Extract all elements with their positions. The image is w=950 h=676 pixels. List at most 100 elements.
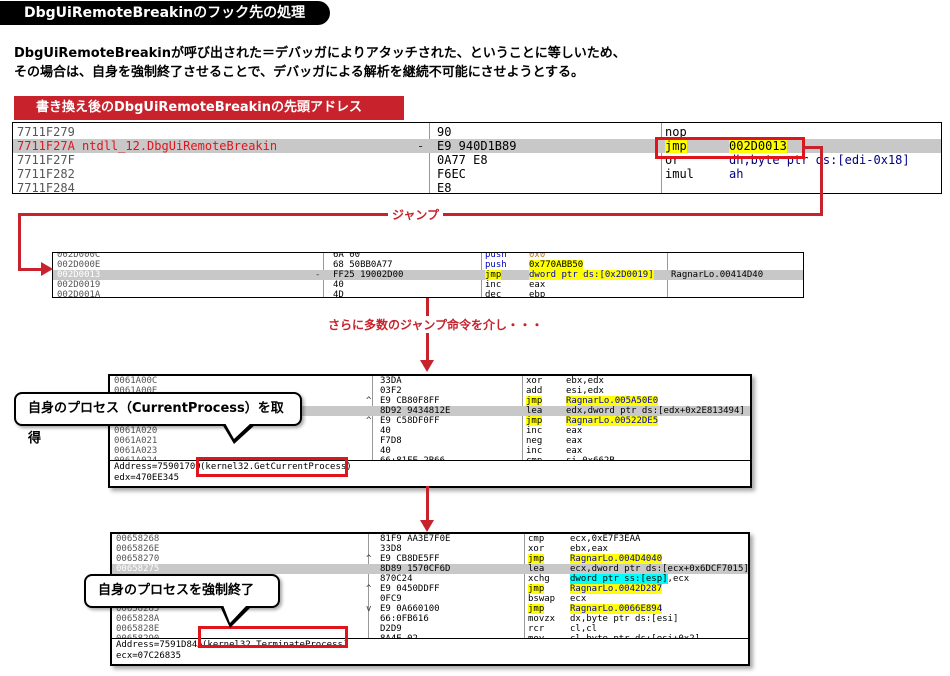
row-operands: RagnarLo.004D4040 [570,554,663,564]
row-address: 7711F279 [17,125,75,139]
row-bytes: 6A 00 [333,252,361,260]
row-mnemonic: lea [526,406,543,416]
multi-jump-label: さらに多数のジャンプ命令を介し・・・ [324,316,548,333]
row-operands: dword ptr ds:[0x2D0019] [529,270,654,280]
row-operands: ebx,edx [566,376,604,386]
row-bytes: E9 0450DDFF [380,584,440,594]
disasm-row: 7711F284 E8 [13,181,941,194]
description-line-2: その場合は、自身を強制終了させることで、デバッガによる解析を継続不可能にさせよう… [14,65,585,80]
row-mnemonic: imul [665,167,694,181]
row-bytes: F6EC [437,167,466,181]
row-bytes: 81F9 AA3E7F0E [380,534,451,544]
row-bytes: 0A77 E8 [437,153,488,167]
status-address: Address=7591D84A [116,640,203,650]
row-bytes: E9 940D1B89 [437,139,517,153]
row-operands: eax [566,446,583,456]
row-operands: RagnarLo.0042D287 [570,584,663,594]
row-operands: dx,byte ptr ds:[esi] [570,614,679,624]
callout-current-process: 自身のプロセス（CurrentProcess）を取得 [14,392,302,446]
status-register: ecx=07C26835 [116,651,182,661]
row-address: 7711F284 [17,181,75,194]
jump-arrow-left-down [18,213,21,271]
row-mnemonic: rcr [528,624,545,634]
row-address: 0065826E [116,544,160,554]
row-address: 0061A023 [114,446,158,456]
row-bytes: 8D92 9434812E [380,406,451,416]
row-bytes: 4D [333,290,344,298]
terminate-process-box [198,626,348,648]
row-mnemonic: add [526,386,543,396]
row-address: 002D0013 [57,270,101,280]
row-arrow: - [315,270,321,280]
row-bytes: 0FC9 [380,594,402,604]
row-bytes: FF25 19002D00 [333,270,404,280]
row-operands: RagnarLo.0066E894 [570,604,663,614]
row-bytes: E9 0A660100 [380,604,440,614]
row-operands: esi,edx [566,386,604,396]
row-mnemonic: movzx [528,614,556,624]
section-label: 書き換え後のDbgUiRemoteBreakinの先頭アドレス [14,96,404,120]
description-line-1: DbgUiRemoteBreakinが呼び出された＝デバッガによりアタッチされた… [14,46,626,61]
row-mnemonic: lea [528,564,545,574]
row-mnemonic: inc [485,280,502,290]
page-title: DbgUiRemoteBreakinのフック先の処理 [0,1,330,25]
row-address: 7711F27F [17,153,75,167]
row-mnemonic: jmp [526,416,543,426]
row-address: 002D001A [57,290,101,298]
row-arrow: ^ [366,584,372,594]
disasm-row: 0061A00C 33DA xor ebx,edx [110,376,750,386]
row-bytes: E8 [437,181,452,194]
row-mnemonic: inc [526,446,543,456]
disasm-row: 002D001A 4D dec ebp [53,290,803,298]
row-operands: RagnarLo.00522DE5 [566,416,659,426]
row-address: 0061A00C [114,376,158,386]
row-bytes: 68 50BB0A77 [333,260,393,270]
row-arrow: - [417,139,425,153]
disassembly-panel-jump-target: 002D000C 6A 00 push 0x0 002D000E 68 50BB0A77 p… [52,252,804,298]
row-address: 002D000C [57,252,101,260]
arrow-head-panel4 [420,520,434,532]
row-address: 7711F282 [17,167,75,181]
row-address: 002D0019 [57,280,101,290]
row-mnemonic: dec [485,290,502,298]
row-mnemonic: jmp [526,396,543,406]
row-bytes: 40 [380,446,391,456]
row-arrow: ^ [366,554,372,564]
operand-highlight: dword ptr ss:[esp] [570,574,668,584]
row-mnemonic: push [485,252,507,260]
row-address: 00658275 [116,564,160,574]
row-address: 0065828E [116,624,160,634]
row-operands: ebx,eax [570,544,608,554]
disasm-row: 00658270 ^ E9 CB8DE5FF jmp RagnarLo.004D4040 [112,554,748,564]
disasm-row: 7711F282 F6EC imul ah [13,167,941,181]
row-bytes: E9 CB80F8FF [380,396,440,406]
get-current-process-box [196,457,348,477]
row-arrow: ^ [366,396,372,406]
row-operands: eax [529,280,546,290]
jmp-highlight-box [655,137,805,159]
row-mnemonic: jmp [528,604,545,614]
row-address: 00658268 [116,534,160,544]
row-comment: RagnarLo.00414D40 [671,270,764,280]
row-operands: eax [566,436,583,446]
jump-label: ジャンプ [388,206,444,223]
row-mnemonic: xchg [528,574,550,584]
row-mnemonic: jmp [528,554,545,564]
row-address: 0061A021 [114,436,158,446]
row-bytes: D2D9 [380,624,402,634]
callout-tail-2-inner [223,605,247,623]
row-address: 0065828A [116,614,160,624]
row-arrow: ^ [366,416,372,426]
row-mnemonic: cmp [528,534,545,544]
row-mnemonic: xor [526,376,543,386]
row-address: 002D000E [57,260,101,270]
row-bytes: 66:0FB616 [380,614,429,624]
row-operands: edx,dword ptr ds:[edx+0x2E813494] [566,406,745,416]
disasm-row: 00658268 81F9 AA3E7F0E cmp ecx,0xE7F3EAA [112,534,748,544]
callout-terminate: 自身のプロセスを強制終了 [84,574,280,608]
arrow-head-panel3 [420,360,434,372]
row-mnemonic: jmp [528,584,545,594]
row-address: 0061A020 [114,426,158,436]
row-mnemonic: bswap [528,594,556,604]
row-mnemonic: neg [526,436,543,446]
